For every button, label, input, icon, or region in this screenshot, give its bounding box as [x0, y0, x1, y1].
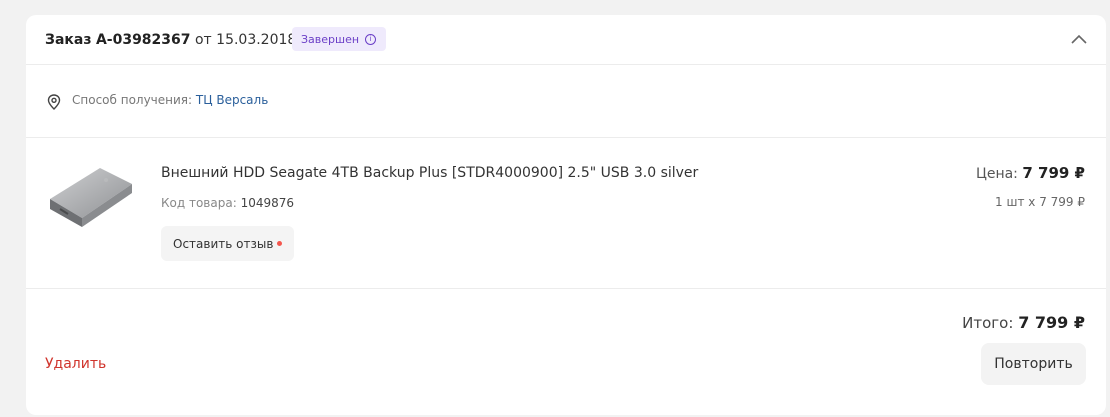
- leave-review-button[interactable]: Оставить отзыв: [161, 226, 295, 261]
- leave-review-label: Оставить отзыв: [173, 236, 274, 251]
- quantity-line: 1 шт х 7 799 ₽: [995, 195, 1085, 209]
- repeat-order-button[interactable]: Повторить: [981, 343, 1086, 385]
- order-prefix: Заказ: [45, 32, 92, 48]
- delivery-section: Способ получения: ТЦ Версаль: [26, 65, 1106, 138]
- product-code-label: Код товара:: [161, 196, 237, 210]
- product-row: Внешний HDD Seagate 4TB Backup Plus [STD…: [26, 138, 1106, 289]
- price-label: Цена:: [975, 166, 1018, 182]
- total-value: 7 799 ₽: [1018, 313, 1085, 332]
- order-header[interactable]: Заказ А-03982367 от 15.03.2018 Завершен …: [26, 15, 1106, 65]
- delivery-label: Способ получения:: [72, 93, 193, 107]
- order-footer: Итого: 7 799 ₽ Удалить Повторить: [26, 289, 1106, 417]
- order-date: 15.03.2018: [216, 32, 297, 48]
- status-text: Завершен: [301, 32, 360, 46]
- order-total: Итого: 7 799 ₽: [962, 313, 1085, 333]
- location-pin-icon: [47, 94, 61, 110]
- notification-dot: [277, 241, 283, 246]
- delivery-store-link[interactable]: ТЦ Версаль: [196, 93, 268, 107]
- delivery-method: Способ получения: ТЦ Версаль: [72, 92, 268, 108]
- hdd-product-image[interactable]: [46, 162, 136, 242]
- product-name[interactable]: Внешний HDD Seagate 4TB Backup Plus [STD…: [161, 164, 698, 182]
- status-badge: Завершен i: [292, 27, 387, 51]
- order-number: А-03982367: [95, 32, 191, 48]
- chevron-up-icon[interactable]: [1069, 30, 1089, 50]
- product-code-value: 1049876: [240, 196, 295, 210]
- order-card: Заказ А-03982367 от 15.03.2018 Завершен …: [26, 15, 1106, 415]
- delete-order-link[interactable]: Удалить: [45, 356, 106, 372]
- product-code: Код товара: 1049876: [161, 195, 294, 211]
- total-label: Итого:: [962, 314, 1014, 332]
- price-value: 7 799 ₽: [1022, 164, 1085, 182]
- info-icon: i: [365, 33, 377, 45]
- product-price: Цена: 7 799 ₽: [976, 164, 1085, 183]
- order-date-prefix: от: [194, 32, 212, 48]
- order-title: Заказ А-03982367 от 15.03.2018: [45, 31, 296, 49]
